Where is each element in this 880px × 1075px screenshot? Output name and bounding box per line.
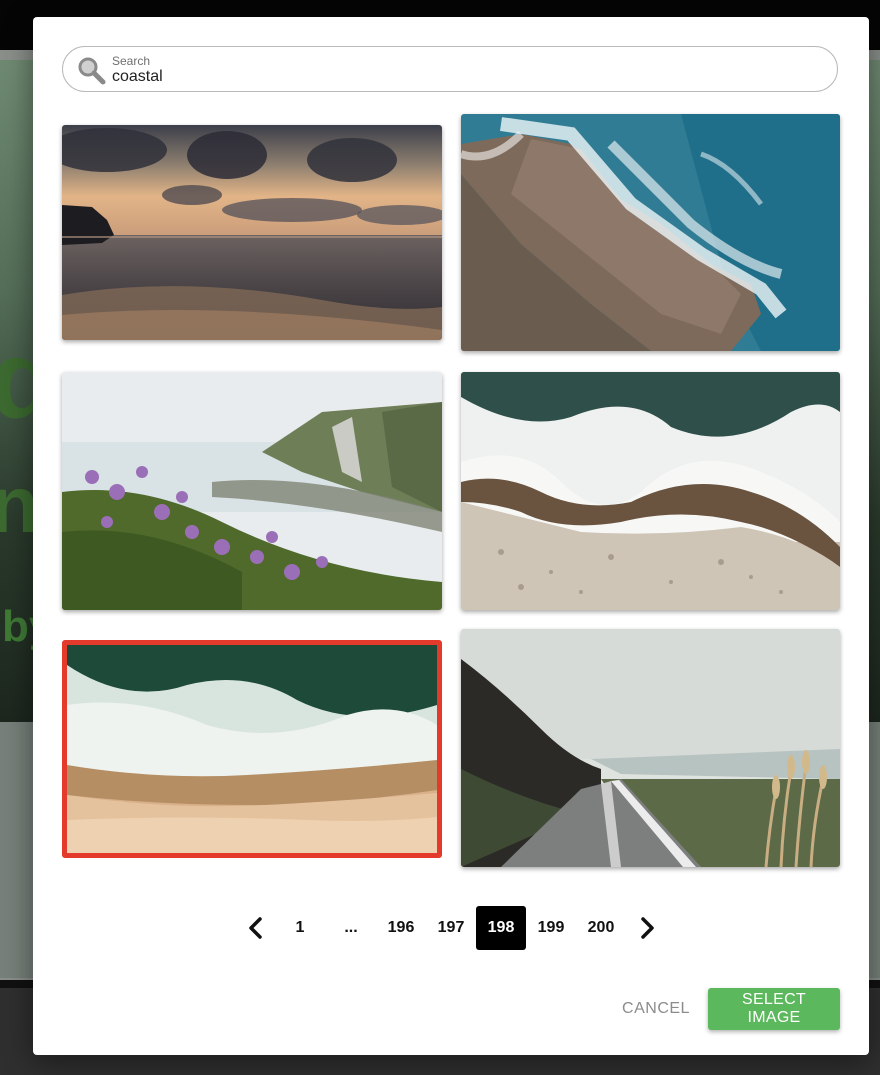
- image-thumbnail-sunset-sea[interactable]: [62, 125, 442, 340]
- select-image-button[interactable]: SELECT IMAGE: [708, 988, 840, 1030]
- image-thumbnail-aerial-waves-shore[interactable]: [461, 372, 840, 610]
- cancel-button[interactable]: CANCEL: [606, 989, 706, 1029]
- sunset-sea-image: [62, 125, 442, 340]
- page-link-198-current[interactable]: 198: [476, 906, 526, 950]
- aerial-waves-sand-image: [67, 645, 437, 853]
- page-ellipsis: ...: [344, 919, 358, 936]
- aerial-rocky-coast-image: [461, 114, 840, 351]
- page-link-197[interactable]: 197: [433, 906, 469, 950]
- coastal-road-image: [461, 629, 840, 867]
- pagination: 1 ... 196 197 198 199 200: [33, 906, 869, 950]
- image-picker-modal: Search coastal 1 ... 196 197 198 199 200…: [33, 17, 869, 1055]
- page-link-199[interactable]: 199: [533, 906, 569, 950]
- chevron-right-icon[interactable]: [636, 917, 658, 939]
- chevron-left-icon[interactable]: [245, 917, 267, 939]
- page-link-200[interactable]: 200: [583, 906, 619, 950]
- search-label: Search: [112, 54, 151, 68]
- search-input[interactable]: [112, 67, 792, 87]
- image-thumbnail-coastal-road[interactable]: [461, 629, 840, 867]
- search-box[interactable]: Search: [62, 46, 838, 92]
- image-thumbnail-aerial-rocky-coast[interactable]: [461, 114, 840, 351]
- page-link-1[interactable]: 1: [288, 906, 312, 950]
- search-icon: [78, 57, 106, 85]
- image-thumbnail-cliffs-flowers[interactable]: [62, 372, 442, 610]
- aerial-waves-shore-image: [461, 372, 840, 610]
- image-thumbnail-aerial-waves-sand-selected[interactable]: [62, 640, 442, 858]
- page-link-196[interactable]: 196: [383, 906, 419, 950]
- cliffs-flowers-image: [62, 372, 442, 610]
